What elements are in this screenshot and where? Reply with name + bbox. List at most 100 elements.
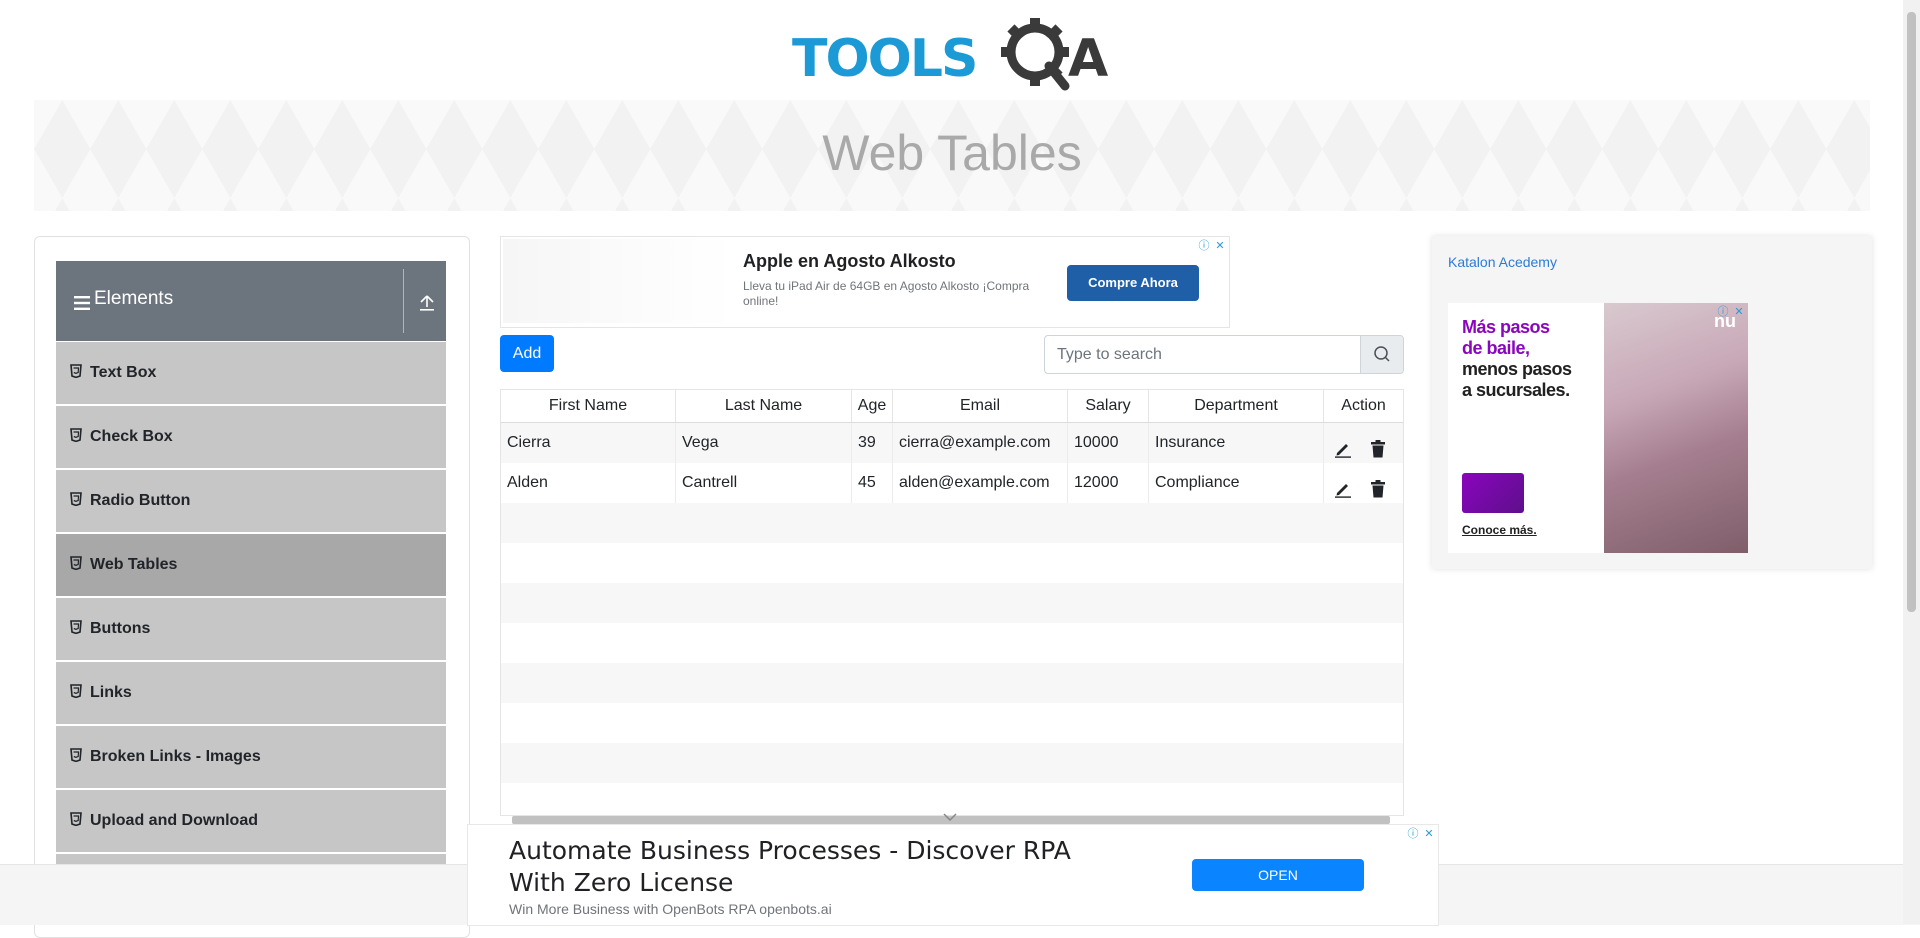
html5-icon	[70, 812, 82, 831]
scrollbar-thumb[interactable]	[1907, 12, 1916, 612]
info-icon[interactable]: ⓘ	[1406, 827, 1420, 841]
close-icon[interactable]: ✕	[1422, 827, 1436, 841]
nu-line-4: a sucursales.	[1462, 380, 1570, 400]
cell-last-name: Cantrell	[676, 463, 852, 503]
nu-more-link[interactable]: Conoce más.	[1462, 523, 1537, 537]
table-row-empty	[501, 543, 1403, 583]
ad-choices[interactable]: ⓘ ✕	[1406, 827, 1436, 841]
close-icon[interactable]: ✕	[1213, 239, 1227, 253]
sidebar-item-label: Text Box	[90, 364, 157, 381]
column-header-last-name[interactable]: Last Name	[676, 390, 852, 422]
sidebar-item-label: Upload and Download	[90, 812, 258, 829]
ad-cta-button[interactable]: Compre Ahora	[1067, 265, 1199, 301]
html5-icon	[70, 620, 82, 639]
search-button[interactable]	[1360, 336, 1403, 373]
sidebar-item-label: Buttons	[90, 620, 151, 637]
sidebar-item-buttons[interactable]: Buttons	[56, 598, 446, 661]
table-row-empty	[501, 583, 1403, 623]
table-row: Alden Cantrell 45 alden@example.com 1200…	[501, 463, 1403, 503]
search-icon	[1374, 346, 1390, 362]
html5-icon	[70, 556, 82, 575]
edit-icon[interactable]	[1334, 474, 1352, 503]
collapse-up-icon[interactable]	[420, 295, 434, 316]
add-button[interactable]: Add	[500, 335, 554, 372]
logo-text-a: A	[1068, 29, 1108, 89]
broken-image-link[interactable]: Katalon Acedemy	[1448, 254, 1557, 270]
sidebar-item-label: Links	[90, 684, 132, 701]
ad-headline[interactable]: Automate Business Processes - Discover R…	[509, 835, 1129, 899]
ad-image	[503, 239, 733, 323]
html5-icon	[70, 748, 82, 767]
page-banner: Web Tables	[34, 100, 1870, 211]
sidebar-item-broken-links[interactable]: Broken Links - Images	[56, 726, 446, 789]
column-header-salary[interactable]: Salary	[1068, 390, 1149, 422]
edit-icon[interactable]	[1334, 434, 1352, 463]
sidebar-item-label: Broken Links - Images	[90, 748, 261, 765]
column-header-email[interactable]: Email	[893, 390, 1068, 422]
card-image	[1462, 473, 1524, 513]
nu-line-1: Más pasos	[1462, 317, 1550, 337]
hamburger-icon	[74, 296, 90, 315]
column-header-action: Action	[1341, 397, 1386, 414]
ad-sidebar-right[interactable]: Katalon Acedemy Más pasos de baile, meno…	[1432, 236, 1872, 569]
sidebar-item-web-tables[interactable]: Web Tables	[56, 534, 446, 597]
table-row-empty	[501, 623, 1403, 663]
sidebar-group-elements[interactable]: Elements	[56, 261, 446, 341]
delete-icon[interactable]	[1370, 434, 1386, 463]
sidebar: Elements Text Box Check Box Radio Button…	[34, 236, 470, 938]
cell-first-name: Cierra	[501, 423, 676, 463]
ad-banner-bottom[interactable]: Automate Business Processes - Discover R…	[467, 824, 1439, 926]
table-row-empty	[501, 503, 1403, 543]
cell-action	[1324, 463, 1403, 503]
cell-department: Insurance	[1149, 423, 1324, 463]
ad-headline[interactable]: Apple en Agosto Alkosto	[743, 251, 956, 272]
sidebar-item-label: Radio Button	[90, 492, 191, 509]
nu-line-2: de baile,	[1462, 338, 1530, 358]
cell-salary: 12000	[1068, 463, 1149, 503]
sidebar-item-links[interactable]: Links	[56, 662, 446, 725]
cell-salary: 10000	[1068, 423, 1149, 463]
close-icon[interactable]: ✕	[1732, 305, 1746, 319]
sidebar-item-radio-button[interactable]: Radio Button	[56, 470, 446, 533]
html5-icon	[70, 428, 82, 447]
html5-icon	[70, 364, 82, 383]
html5-icon	[70, 684, 82, 703]
cell-email: alden@example.com	[893, 463, 1068, 503]
search-field	[1044, 335, 1404, 374]
table-row-empty	[501, 663, 1403, 703]
column-header-age[interactable]: Age	[852, 390, 893, 422]
cell-age: 39	[852, 423, 893, 463]
ad-choices[interactable]: ⓘ ✕	[1716, 305, 1746, 319]
sidebar-item-label: Check Box	[90, 428, 173, 445]
sidebar-item-text-box[interactable]: Text Box	[56, 342, 446, 405]
sidebar-item-check-box[interactable]: Check Box	[56, 406, 446, 469]
logo-gear-icon	[1001, 18, 1070, 91]
column-header-department[interactable]: Department	[1149, 390, 1324, 422]
info-icon[interactable]: ⓘ	[1197, 239, 1211, 253]
sidebar-group-title: Elements	[94, 288, 174, 309]
search-input[interactable]	[1045, 336, 1369, 373]
toolsqa-logo[interactable]: TOOLS A	[790, 14, 1120, 92]
table-row: Cierra Vega 39 cierra@example.com 10000 …	[501, 423, 1403, 463]
sidebar-item-upload-download[interactable]: Upload and Download	[56, 790, 446, 853]
cell-action	[1324, 423, 1403, 463]
nu-line-3: menos pasos	[1462, 359, 1572, 379]
cell-first-name: Alden	[501, 463, 676, 503]
ad-banner-top[interactable]: Apple en Agosto Alkosto Lleva tu iPad Ai…	[500, 236, 1230, 328]
sidebar-item-label: Web Tables	[90, 556, 178, 573]
logo-text-tools: TOOLS	[792, 29, 976, 89]
column-header-first-name[interactable]: First Name	[501, 390, 676, 422]
html5-icon	[70, 492, 82, 511]
info-icon[interactable]: ⓘ	[1716, 305, 1730, 319]
page-vertical-scrollbar[interactable]	[1903, 0, 1920, 924]
header-divider	[403, 269, 404, 333]
ad-open-button[interactable]: OPEN	[1192, 859, 1364, 891]
cell-department: Compliance	[1149, 463, 1324, 503]
ad-description: Lleva tu iPad Air de 64GB en Agosto Alko…	[743, 279, 1030, 308]
ad-choices[interactable]: ⓘ ✕	[1197, 239, 1227, 253]
cell-age: 45	[852, 463, 893, 503]
nu-ad[interactable]: Más pasos de baile, menos pasos a sucurs…	[1448, 303, 1748, 553]
delete-icon[interactable]	[1370, 474, 1386, 503]
table-row-empty	[501, 703, 1403, 743]
cell-email: cierra@example.com	[893, 423, 1068, 463]
